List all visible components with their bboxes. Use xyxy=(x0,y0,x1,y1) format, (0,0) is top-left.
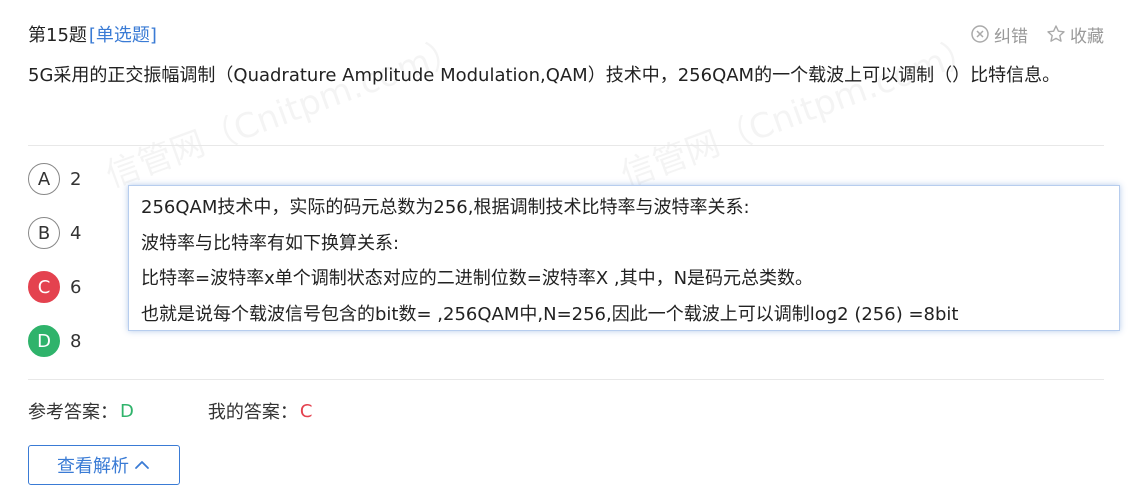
explanation-line: 比特率=波特率x单个调制状态对应的二进制位数=波特率X ,其中，N是码元总类数。 xyxy=(141,268,814,289)
view-analysis-label: 查看解析 xyxy=(57,456,129,477)
option-d[interactable]: D 8 xyxy=(28,325,81,357)
favorite-label: 收藏 xyxy=(1070,26,1104,47)
reference-answer-value: D xyxy=(120,400,134,422)
option-letter: B xyxy=(28,217,60,249)
report-error-button[interactable]: 纠错 xyxy=(970,22,1028,47)
watermark: 信管网（Cnitpm.com） xyxy=(98,22,468,197)
watermark: 信管网（Cnitpm.com） xyxy=(613,22,983,197)
explanation-line: 也就是说每个载波信号包含的bit数= ,256QAM中,N=256,因此一个载波… xyxy=(141,303,959,325)
option-c[interactable]: C 6 xyxy=(28,271,81,303)
divider xyxy=(28,379,1104,380)
option-letter: C xyxy=(28,271,60,303)
reference-answer-label: 参考答案： xyxy=(28,402,118,423)
close-circle-icon xyxy=(971,25,989,43)
question-actions: 纠错 收藏 xyxy=(970,22,1104,47)
option-text: 2 xyxy=(70,168,82,190)
option-text: 6 xyxy=(70,276,82,298)
option-a[interactable]: A 2 xyxy=(28,163,81,195)
my-answer-value: C xyxy=(299,400,313,422)
favorite-button[interactable]: 收藏 xyxy=(1046,22,1104,47)
report-error-label: 纠错 xyxy=(994,26,1028,47)
option-letter: D xyxy=(28,325,60,357)
option-text: 8 xyxy=(70,330,82,352)
star-icon xyxy=(1047,25,1065,42)
question-card: 信管网（Cnitpm.com） 信管网（Cnitpm.com） 第15题 [单选… xyxy=(0,0,1136,499)
explanation-line: 256QAM技术中，实际的码元总数为256,根据调制技术比特率与波特率关系: xyxy=(141,197,750,218)
option-letter: A xyxy=(28,163,60,195)
question-number: 第15题 xyxy=(28,25,87,46)
option-b[interactable]: B 4 xyxy=(28,217,81,249)
my-answer-label: 我的答案： xyxy=(207,402,298,423)
explanation-line: 波特率与比特率有如下换算关系: xyxy=(141,232,400,254)
my-answer: 我的答案： C xyxy=(208,398,313,424)
reference-answer: 参考答案： D xyxy=(28,398,134,424)
explanation-popup: 256QAM技术中，实际的码元总数为256,根据调制技术比特率与波特率关系: 波… xyxy=(128,185,1120,331)
chevron-up-icon xyxy=(135,461,149,469)
question-text: 5G采用的正交振幅调制（Quadrature Amplitude Modulat… xyxy=(28,65,1061,86)
question-header: 第15题 [单选题] 纠错 收藏 xyxy=(28,20,1104,48)
option-text: 4 xyxy=(70,222,82,244)
divider xyxy=(28,145,1104,146)
question-type: [单选题] xyxy=(88,25,157,46)
answer-summary: 参考答案： D 我的答案： C xyxy=(28,398,312,424)
view-analysis-button[interactable]: 查看解析 xyxy=(28,445,180,485)
